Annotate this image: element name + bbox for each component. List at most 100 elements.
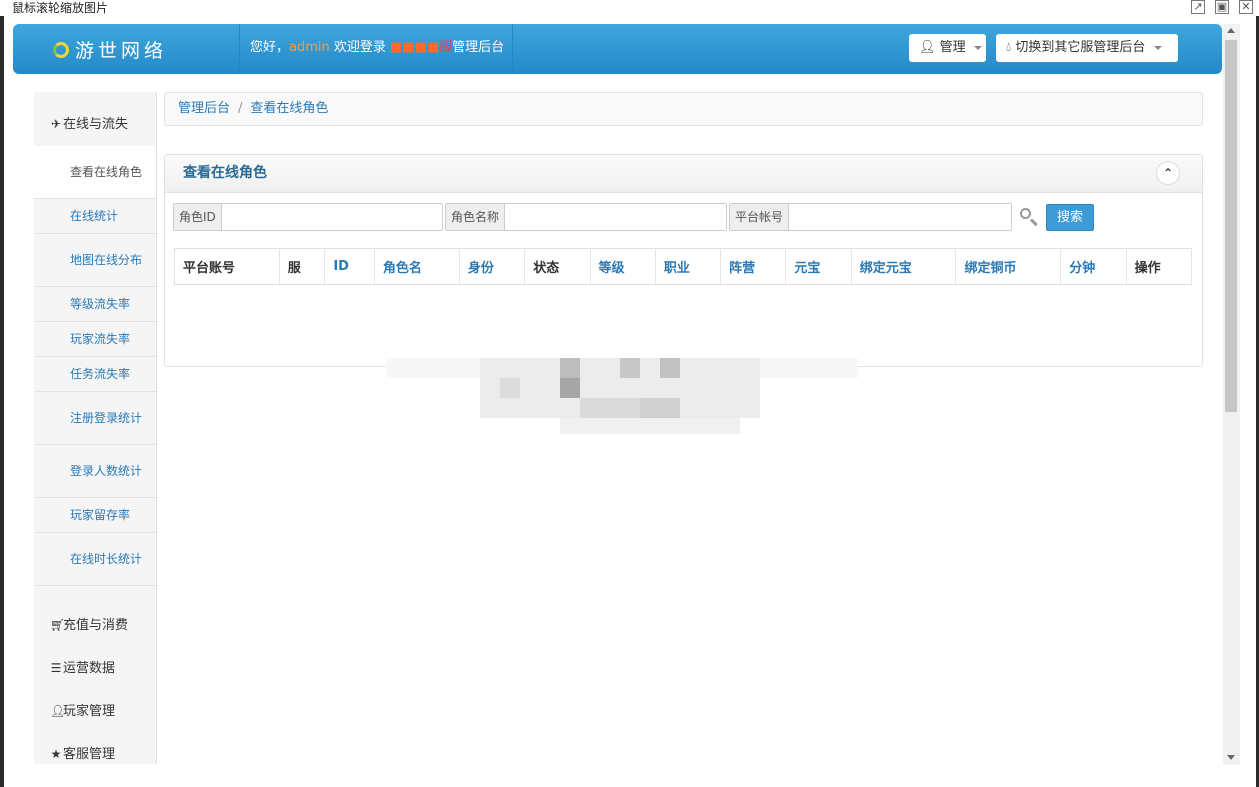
search-icon[interactable] xyxy=(1018,206,1040,228)
welcome-prefix: 您好， xyxy=(250,40,290,55)
chevron-down-icon xyxy=(1153,45,1162,50)
role-name-group: 角色名称 xyxy=(445,203,727,231)
maximize-icon[interactable]: ▣ xyxy=(1215,0,1229,14)
sidebar-item-online-stats[interactable]: 在线统计 xyxy=(34,199,156,234)
drop-icon: 💧︎ xyxy=(1006,40,1012,55)
sidebar-item-player-churn[interactable]: 玩家流失率 xyxy=(34,322,156,357)
sidebar-group-recharge[interactable]: 🛒︎充值与消费 xyxy=(34,604,156,647)
column-header[interactable]: 职业 xyxy=(655,248,722,285)
manage-button[interactable]: 👤︎ 管理 xyxy=(909,34,986,62)
sidebar-group-service[interactable]: ★ 客服管理 xyxy=(34,733,156,776)
column-header[interactable]: 绑定铜币 xyxy=(955,248,1062,285)
sidebar-group-label: 客服管理 xyxy=(63,747,116,762)
column-header[interactable]: ID xyxy=(324,248,375,285)
sidebar-item-online-duration[interactable]: 在线时长统计 xyxy=(34,533,156,586)
search-button[interactable]: 搜索 xyxy=(1046,203,1095,231)
sidebar-item-label: 在线统计 xyxy=(70,209,119,223)
sidebar-group-label: 玩家管理 xyxy=(63,704,116,719)
column-header[interactable]: 角色名 xyxy=(374,248,460,285)
breadcrumb-current[interactable]: 查看在线角色 xyxy=(250,101,328,116)
star-icon: ★ xyxy=(50,747,62,761)
user-name: admin xyxy=(289,40,330,55)
column-header: 操作 xyxy=(1126,248,1193,285)
column-header[interactable]: 等级 xyxy=(590,248,656,285)
column-header: 服 xyxy=(279,248,326,285)
window-title: 鼠标滚轮缩放图片 xyxy=(12,1,109,15)
role-name-input[interactable] xyxy=(505,204,726,230)
breadcrumb-separator: / xyxy=(238,101,243,116)
online-roles-panel: 查看在线角色 ⌃ 角色ID 角色名称 平台帐号 搜索 平台账号服 ID 角色名 身份状… xyxy=(164,154,1203,367)
sidebar-group-online[interactable]: ✈ 在线与流失 xyxy=(34,92,156,146)
sidebar-group-label: 在线与流失 xyxy=(63,117,129,132)
sidebar-item-retention[interactable]: 玩家留存率 xyxy=(34,498,156,533)
search-form: 角色ID 角色名称 平台帐号 搜索 xyxy=(173,203,1095,231)
scroll-up-icon[interactable] xyxy=(1227,28,1235,33)
sidebar-item-level-churn[interactable]: 等级流失率 xyxy=(34,287,156,322)
logo-icon xyxy=(53,41,69,58)
sidebar-item-map-distribution[interactable]: 地图在线分布 xyxy=(34,234,156,287)
column-header: 状态 xyxy=(524,248,591,285)
chevron-down-icon xyxy=(973,45,982,50)
sidebar-item-label: 任务流失率 xyxy=(70,367,131,381)
user-icon: 👤︎ xyxy=(919,40,936,55)
cart-icon: 🛒︎ xyxy=(50,618,66,632)
welcome-mid: 欢迎登录 xyxy=(329,40,391,55)
breadcrumb-home[interactable]: 管理后台 xyxy=(178,101,230,116)
sidebar-item-label: 注册登录统计 xyxy=(70,411,143,425)
brand-logo[interactable]: 游世网络 xyxy=(53,36,167,63)
account-label: 平台帐号 xyxy=(730,204,790,230)
column-header[interactable]: 阵营 xyxy=(720,248,787,285)
user-icon: 👤︎ xyxy=(50,704,66,718)
role-name-label: 角色名称 xyxy=(446,204,506,230)
account-input[interactable] xyxy=(789,204,1011,230)
popout-icon[interactable]: ↗ xyxy=(1191,0,1205,14)
column-header[interactable]: 身份 xyxy=(459,248,526,285)
table-header-row: 平台账号服 ID 角色名 身份 状态 等级 职业 阵营 元宝 绑定元宝 绑定铜币 分钟 操作 xyxy=(174,248,1193,285)
switch-server-label: 切换到其它服管理后台 xyxy=(1015,40,1146,55)
server-suffix: 服 xyxy=(439,40,453,55)
plane-icon: ✈ xyxy=(50,117,62,131)
column-header: 平台账号 xyxy=(174,248,280,285)
sidebar-group-label: 充值与消费 xyxy=(63,618,129,633)
sidebar-item-label: 在线时长统计 xyxy=(70,552,143,566)
sidebar-group-players[interactable]: 👤︎玩家管理 xyxy=(34,690,156,733)
online-roles-table: 平台账号服 ID 角色名 身份 状态 等级 职业 阵营 元宝 绑定元宝 绑定铜币 分钟 操作 xyxy=(174,248,1193,285)
account-group: 平台帐号 xyxy=(729,203,1012,231)
panel-title: 查看在线角色 xyxy=(183,165,267,181)
chevron-up-icon[interactable]: ⌃ xyxy=(1156,161,1180,185)
scroll-down-icon[interactable] xyxy=(1227,755,1235,760)
close-icon[interactable]: ✕ xyxy=(1239,0,1253,14)
vertical-scrollbar[interactable] xyxy=(1223,24,1240,765)
role-id-group: 角色ID xyxy=(173,203,443,231)
scrollbar-thumb[interactable] xyxy=(1225,40,1237,412)
sidebar-item-login-count[interactable]: 登录人数统计 xyxy=(34,445,156,498)
sidebar-item-label: 查看在线角色 xyxy=(70,165,143,179)
redacted-mosaic xyxy=(386,358,858,436)
sidebar-group-label: 运营数据 xyxy=(63,661,116,676)
sidebar-item-task-churn[interactable]: 任务流失率 xyxy=(34,357,156,392)
sidebar-item-label: 玩家留存率 xyxy=(70,508,131,522)
switch-server-button[interactable]: 💧︎ 切换到其它服管理后台 xyxy=(996,34,1178,62)
sidebar: ✈ 在线与流失 查看在线角色 在线统计 地图在线分布 等级流失率 玩家流失率 任务… xyxy=(34,92,157,764)
window-edge-left xyxy=(0,16,4,787)
server-name: ■■■■ xyxy=(390,40,440,55)
role-id-label: 角色ID xyxy=(174,204,222,230)
list-icon: ☰ xyxy=(50,661,62,675)
sidebar-group-operations[interactable]: ☰ 运营数据 xyxy=(34,647,156,690)
column-header[interactable]: 绑定元宝 xyxy=(851,248,957,285)
sidebar-item-label: 登录人数统计 xyxy=(70,464,143,478)
sidebar-item-label: 玩家流失率 xyxy=(70,332,131,346)
window-controls: ↗ ▣ ✕ xyxy=(1191,0,1253,16)
welcome-suffix: 管理后台 xyxy=(452,40,505,55)
column-header[interactable]: 分钟 xyxy=(1060,248,1127,285)
sidebar-item-register-login[interactable]: 注册登录统计 xyxy=(34,392,156,445)
brand-name: 游世网络 xyxy=(75,40,168,62)
sidebar-item-label: 等级流失率 xyxy=(70,297,131,311)
role-id-input[interactable] xyxy=(221,204,442,230)
top-navbar: 游世网络 您好，admin 欢迎登录 ■■■■服管理后台 👤︎ 管理 💧︎ 切换… xyxy=(13,24,1222,74)
breadcrumb: 管理后台 / 查看在线角色 xyxy=(164,92,1203,126)
manage-button-label: 管理 xyxy=(939,40,966,55)
column-header[interactable]: 元宝 xyxy=(785,248,852,285)
welcome-message: 您好，admin 欢迎登录 ■■■■服管理后台 xyxy=(239,24,514,74)
